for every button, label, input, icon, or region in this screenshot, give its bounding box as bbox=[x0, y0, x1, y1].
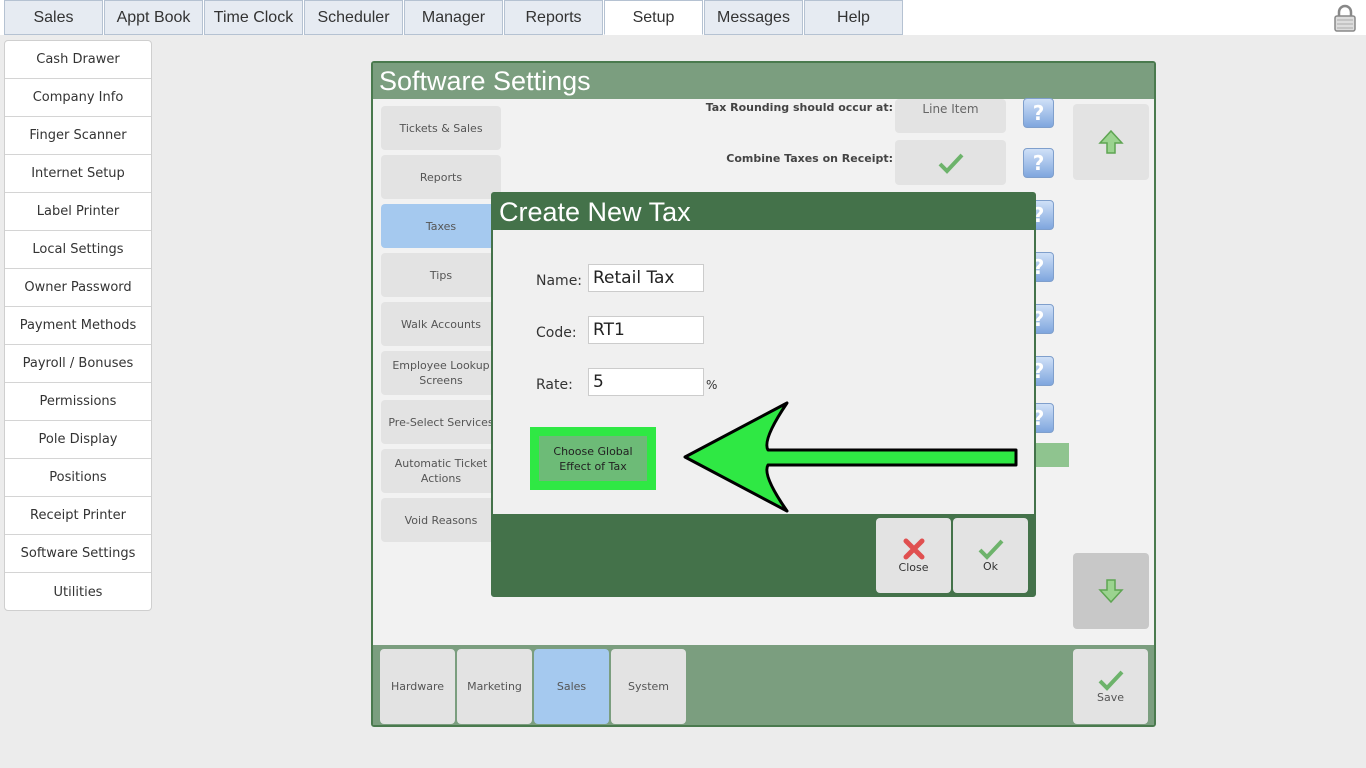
category-taxes[interactable]: Taxes bbox=[381, 204, 501, 248]
tab-sales[interactable]: Sales bbox=[4, 0, 103, 35]
window-title: Software Settings bbox=[373, 63, 1154, 99]
sidebar-item-software-settings[interactable]: Software Settings bbox=[5, 535, 151, 573]
sidebar-item-payment-methods[interactable]: Payment Methods bbox=[5, 307, 151, 345]
choose-global-effect-button[interactable]: Choose Global Effect of Tax bbox=[539, 436, 647, 481]
dialog-title: Create New Tax bbox=[493, 194, 1034, 230]
tab-reports[interactable]: Reports bbox=[504, 0, 603, 35]
category-walk-accounts[interactable]: Walk Accounts bbox=[381, 302, 501, 346]
combine-taxes-label: Combine Taxes on Receipt: bbox=[726, 152, 893, 165]
sidebar-item-receipt-printer[interactable]: Receipt Printer bbox=[5, 497, 151, 535]
scroll-up-button[interactable] bbox=[1073, 104, 1149, 180]
dialog-footer: Close Ok bbox=[493, 514, 1034, 595]
combine-taxes-toggle[interactable] bbox=[895, 140, 1006, 185]
category-tips[interactable]: Tips bbox=[381, 253, 501, 297]
up-arrow-icon bbox=[1098, 129, 1124, 154]
highlight-box: Choose Global Effect of Tax bbox=[530, 427, 656, 490]
checkmark-icon bbox=[1098, 670, 1123, 691]
help-icon[interactable]: ? bbox=[1023, 98, 1054, 128]
close-label: Close bbox=[898, 561, 929, 574]
sidebar-item-finger-scanner[interactable]: Finger Scanner bbox=[5, 117, 151, 155]
sidebar-item-utilities[interactable]: Utilities bbox=[5, 573, 151, 611]
rate-field[interactable] bbox=[588, 368, 704, 396]
annotation-arrow-icon bbox=[683, 401, 1018, 513]
rate-label: Rate: bbox=[536, 377, 573, 393]
code-label: Code: bbox=[536, 325, 577, 341]
sidebar-item-owner-password[interactable]: Owner Password bbox=[5, 269, 151, 307]
sidebar-item-payroll-bonuses[interactable]: Payroll / Bonuses bbox=[5, 345, 151, 383]
name-label: Name: bbox=[536, 273, 583, 289]
lock-icon[interactable] bbox=[1333, 4, 1357, 32]
checkmark-icon bbox=[978, 539, 1003, 560]
save-button[interactable]: Save bbox=[1073, 649, 1148, 724]
bottom-tab-marketing[interactable]: Marketing bbox=[457, 649, 532, 724]
setup-sidebar: Cash Drawer Company Info Finger Scanner … bbox=[4, 40, 152, 611]
setting-indicator bbox=[1033, 443, 1069, 467]
tax-rounding-value[interactable]: Line Item bbox=[895, 99, 1006, 133]
category-reports[interactable]: Reports bbox=[381, 155, 501, 199]
name-field[interactable] bbox=[588, 264, 704, 292]
sidebar-item-local-settings[interactable]: Local Settings bbox=[5, 231, 151, 269]
tab-scheduler[interactable]: Scheduler bbox=[304, 0, 403, 35]
down-arrow-icon bbox=[1098, 579, 1124, 604]
category-tickets-sales[interactable]: Tickets & Sales bbox=[381, 106, 501, 150]
tab-messages[interactable]: Messages bbox=[704, 0, 803, 35]
tab-time-clock[interactable]: Time Clock bbox=[204, 0, 303, 35]
sidebar-item-pole-display[interactable]: Pole Display bbox=[5, 421, 151, 459]
category-automatic-ticket-actions[interactable]: Automatic Ticket Actions bbox=[381, 449, 501, 493]
sidebar-item-label-printer[interactable]: Label Printer bbox=[5, 193, 151, 231]
close-icon bbox=[903, 538, 924, 560]
top-nav-bar: Sales Appt Book Time Clock Scheduler Man… bbox=[0, 0, 1366, 35]
bottom-tab-bar: Hardware Marketing Sales System Save bbox=[373, 645, 1154, 725]
tab-setup[interactable]: Setup bbox=[604, 0, 703, 35]
bottom-tab-system[interactable]: System bbox=[611, 649, 686, 724]
bottom-tab-sales[interactable]: Sales bbox=[534, 649, 609, 724]
checkmark-icon bbox=[938, 153, 963, 174]
ok-label: Ok bbox=[982, 560, 999, 573]
scroll-down-button[interactable] bbox=[1073, 553, 1149, 629]
category-employee-lookup-screens[interactable]: Employee Lookup Screens bbox=[381, 351, 501, 395]
sidebar-item-cash-drawer[interactable]: Cash Drawer bbox=[5, 41, 151, 79]
sidebar-item-permissions[interactable]: Permissions bbox=[5, 383, 151, 421]
sidebar-item-positions[interactable]: Positions bbox=[5, 459, 151, 497]
ok-button[interactable]: Ok bbox=[953, 518, 1028, 593]
tab-manager[interactable]: Manager bbox=[404, 0, 503, 35]
help-icon[interactable]: ? bbox=[1023, 148, 1054, 178]
bottom-tab-hardware[interactable]: Hardware bbox=[380, 649, 455, 724]
rate-unit: % bbox=[706, 378, 718, 392]
close-button[interactable]: Close bbox=[876, 518, 951, 593]
sidebar-item-internet-setup[interactable]: Internet Setup bbox=[5, 155, 151, 193]
tab-help[interactable]: Help bbox=[804, 0, 903, 35]
code-field[interactable] bbox=[588, 316, 704, 344]
tab-appt-book[interactable]: Appt Book bbox=[104, 0, 203, 35]
tax-rounding-label: Tax Rounding should occur at: bbox=[705, 101, 893, 114]
category-void-reasons[interactable]: Void Reasons bbox=[381, 498, 501, 542]
sidebar-item-company-info[interactable]: Company Info bbox=[5, 79, 151, 117]
category-pre-select-services[interactable]: Pre-Select Services bbox=[381, 400, 501, 444]
save-label: Save bbox=[1096, 691, 1124, 704]
